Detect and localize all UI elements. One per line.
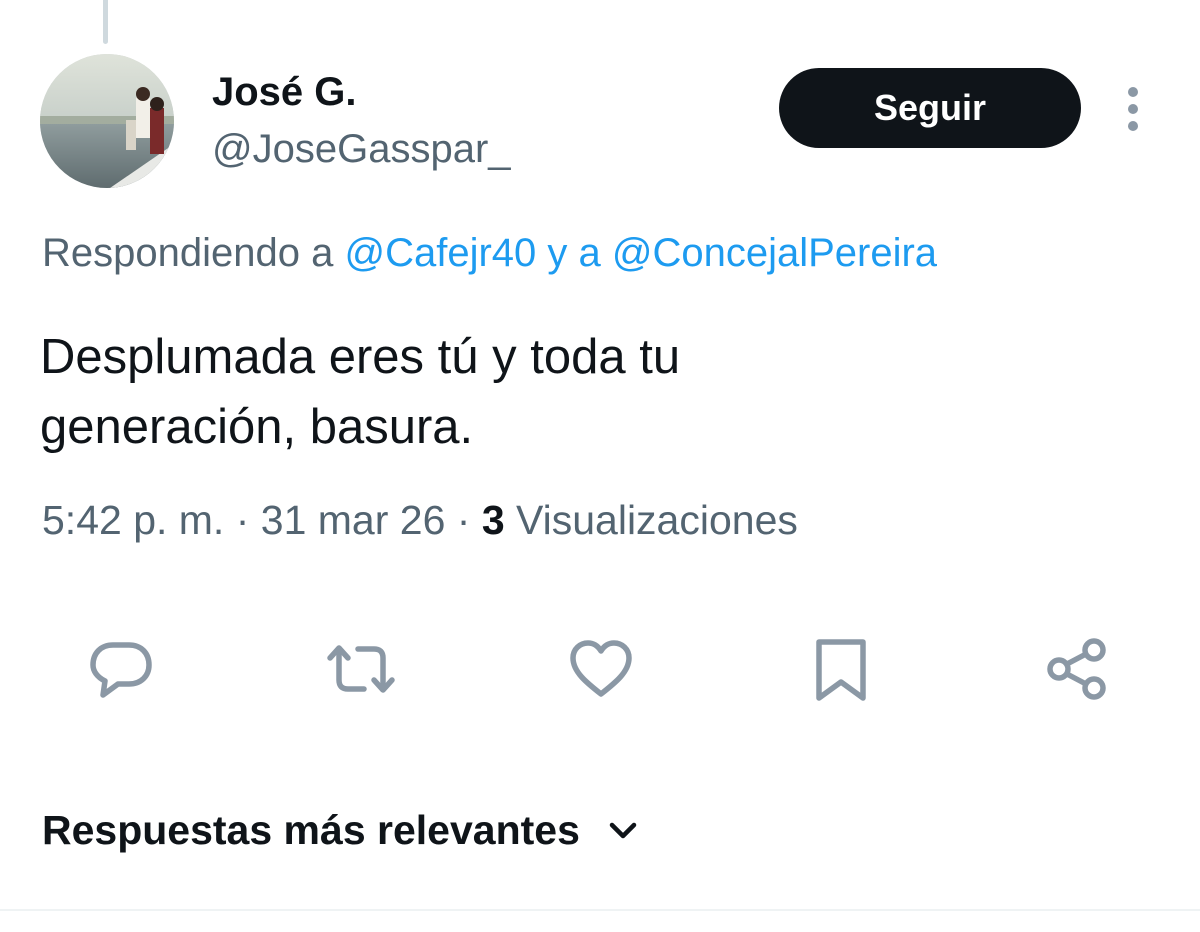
- author-display-name[interactable]: José G.: [212, 68, 357, 116]
- thread-connector-line: [103, 0, 108, 44]
- tweet-text-line: generación, basura.: [40, 400, 474, 454]
- share-icon[interactable]: [1044, 636, 1110, 702]
- replies-sort-label: Respuestas más relevantes: [42, 806, 580, 853]
- bookmark-icon[interactable]: [808, 636, 874, 702]
- tweet-meta: 5:42 p. m. · 31 mar 26 · 3 Visualizacion…: [42, 493, 798, 547]
- tweet-time[interactable]: 5:42 p. m.: [42, 497, 224, 543]
- views-label: Visualizaciones: [504, 497, 798, 543]
- avatar[interactable]: [40, 54, 174, 188]
- reply-context: Respondiendo a @Cafejr40 y a @ConcejalPe…: [42, 227, 937, 279]
- tweet-text: Desplumada eres tú y toda tu generación,…: [40, 322, 1140, 462]
- mention-link-cafejr40[interactable]: @Cafejr40: [344, 231, 536, 275]
- retweet-icon[interactable]: [326, 636, 395, 702]
- like-icon[interactable]: [568, 636, 634, 702]
- mention-link-concejalpereira[interactable]: @ConcejalPereira: [612, 231, 937, 275]
- avatar-photo: [40, 54, 174, 188]
- views-count: 3: [481, 497, 505, 543]
- chevron-down-icon: [609, 822, 637, 839]
- tweet-date[interactable]: 31 mar 26: [261, 497, 446, 543]
- follow-button[interactable]: Seguir: [779, 68, 1081, 148]
- meta-separator: ·: [224, 497, 261, 543]
- author-handle[interactable]: @JoseGasspar_: [212, 125, 511, 173]
- more-options-icon[interactable]: [1116, 84, 1150, 134]
- replies-sort-dropdown[interactable]: Respuestas más relevantes: [42, 800, 640, 860]
- reply-context-connector[interactable]: y a: [536, 231, 612, 275]
- meta-separator: ·: [445, 497, 482, 543]
- reply-icon[interactable]: [88, 636, 154, 702]
- follow-button-label: Seguir: [873, 87, 987, 128]
- divider: [0, 909, 1200, 911]
- reply-context-prefix: Respondiendo a: [42, 231, 345, 275]
- tweet-text-line: Desplumada eres tú y toda tu: [40, 330, 681, 384]
